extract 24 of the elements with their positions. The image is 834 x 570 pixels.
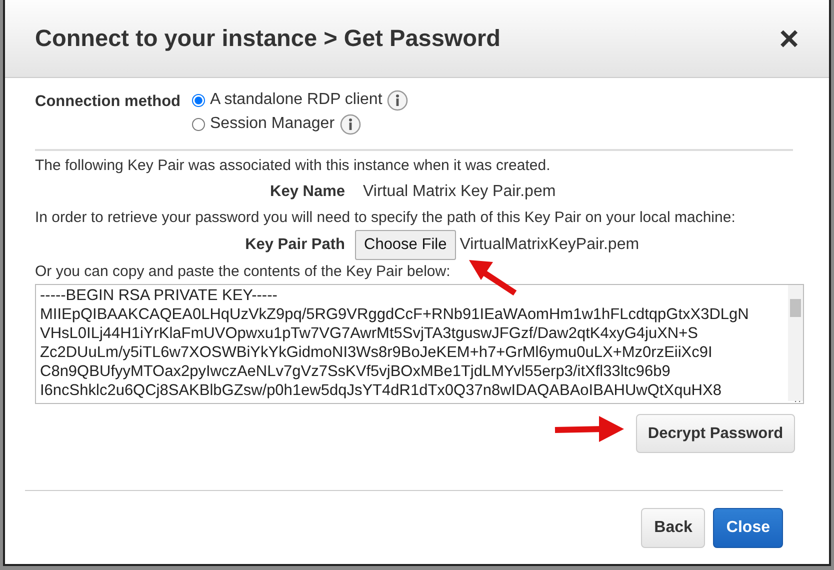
arrow-icon	[467, 258, 517, 296]
close-button[interactable]: Close	[713, 508, 783, 548]
option-label: A standalone RDP client	[210, 90, 382, 110]
back-button[interactable]: Back	[641, 508, 706, 548]
info-icon[interactable]	[387, 90, 408, 110]
decrypt-password-button[interactable]: Decrypt Password	[636, 414, 795, 453]
radio-button[interactable]	[192, 118, 205, 130]
choose-file-button[interactable]: Choose File	[355, 230, 456, 260]
field-label: Connection method	[35, 93, 181, 110]
option-label: Session Manager	[210, 114, 335, 134]
dialog-title: Connect to your instance > Get Password	[35, 24, 501, 53]
arrow-icon	[553, 414, 625, 444]
file-name: VirtualMatrixKeyPair.pem	[460, 235, 640, 255]
radio-button[interactable]	[192, 94, 205, 106]
instruction-text: In order to retrieve your password you will need to specify the path of this Key Pair on your local machine:	[35, 209, 736, 226]
field-label: Key Pair Path	[244, 235, 345, 256]
instruction-text: Or you can copy and paste the contents of the Key Pair below:	[35, 263, 450, 280]
info-icon[interactable]	[340, 114, 361, 134]
key-text-area[interactable]: -----BEGIN RSA PRIVATE KEY----- MIIEpQIBAAKCAQEA0LHqUzVkZ9pq/5RG9VRggdCcF+RNb91IEaWAomHm1w1hFLcdtqpGtxX3DLgN VHsL0ILj44H1iYrKlaFmUVOpwxu1pTw7VG7AwrMt5SvjTA3tguswJFGzf/Daw2qtK4xyG4juXN+S Zc2DUuLm/y5iTL6w7XOSWBiYkYkGidmoNI3Ws8r9BoJeKEM+h7+GrMl6ymu0uLX+Mz0rzEiiXc9I C8n9QBUfyyMTOax2pyIwczAeNLv7gVz7SsKVf5vjBOxMBe1TjdLMYvl55erp3/itXfl33ltc96b9 I6ncShklc2u6QCj8SAKBlbGZsw/p0h1ew5dqJsYT4dR1dTx0Q37n8wIDAQABAoIBAHUwQtXquHX8	[35, 284, 804, 404]
description-text: The following Key Pair was associated with this instance when it was created.	[35, 157, 550, 174]
scrollbar[interactable]	[788, 285, 803, 401]
field-label: Key Name	[269, 182, 345, 202]
key-name-value: Virtual Matrix Key Pair.pem	[363, 182, 556, 202]
close-button[interactable]: ×	[779, 22, 799, 56]
